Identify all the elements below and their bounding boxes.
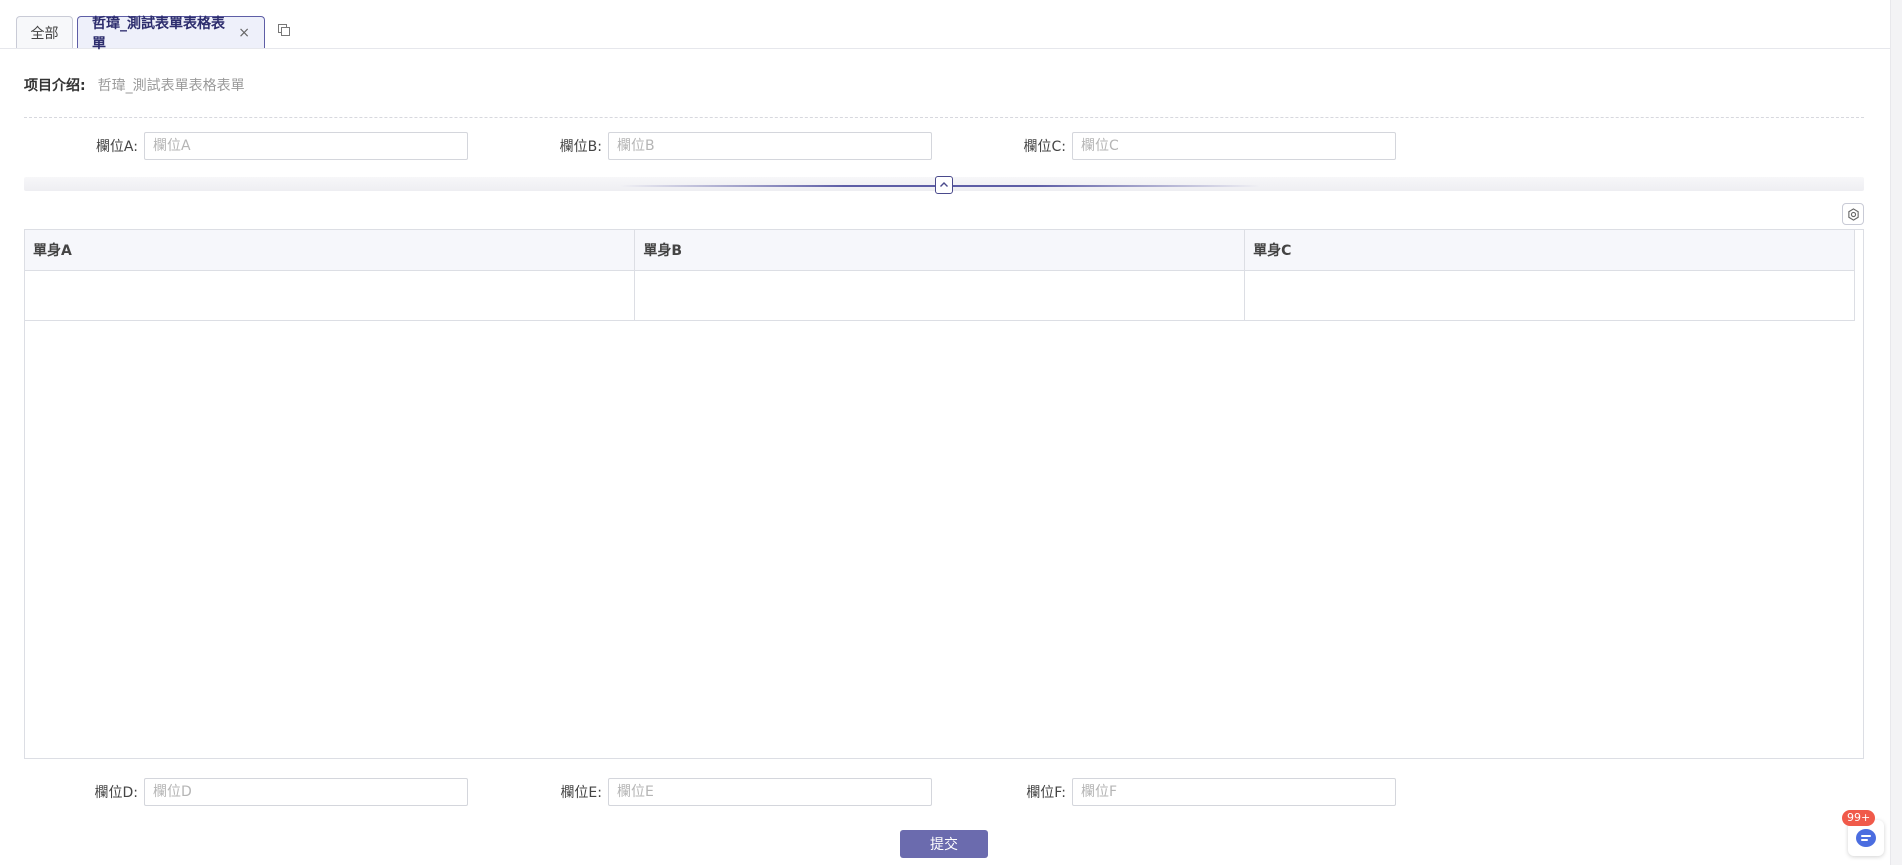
window-scrollbar[interactable] <box>1890 0 1902 865</box>
submit-button[interactable]: 提交 <box>900 830 988 858</box>
intro-label: 项目介绍: <box>24 78 86 94</box>
column-header-a[interactable]: 單身A <box>25 230 636 271</box>
gear-icon <box>1847 207 1859 221</box>
field-c-label: 欄位C: <box>1023 139 1067 155</box>
divider <box>24 117 1864 118</box>
close-icon[interactable]: × <box>238 25 250 41</box>
field-e-input[interactable] <box>608 778 932 806</box>
field-a: 欄位A: <box>24 132 468 160</box>
field-b-label: 欄位B: <box>559 139 602 155</box>
field-e-label: 欄位E: <box>560 785 602 801</box>
project-intro: 项目介绍: 哲瑋_測試表單表格表單 <box>24 75 245 95</box>
field-d-input[interactable] <box>144 778 468 806</box>
table-cell[interactable] <box>1244 270 1855 321</box>
collapse-up-icon[interactable] <box>935 176 953 194</box>
tab-all[interactable]: 全部 <box>16 16 73 48</box>
field-c: 欄位C: <box>952 132 1396 160</box>
table-settings-button[interactable] <box>1842 203 1864 225</box>
field-a-label: 欄位A: <box>95 139 138 155</box>
field-e: 欄位E: <box>488 778 932 806</box>
table-cell[interactable] <box>25 270 636 321</box>
tab-bar: 全部 哲瑋_測試表單表格表單 × <box>0 0 1890 52</box>
column-header-c[interactable]: 單身C <box>1244 230 1855 271</box>
field-c-input[interactable] <box>1072 132 1396 160</box>
table-header-row: 單身A 單身B 單身C <box>25 230 1855 271</box>
tab-all-label: 全部 <box>30 25 59 42</box>
field-f-label: 欄位F: <box>1026 785 1066 801</box>
table-cell[interactable] <box>634 270 1246 321</box>
field-b: 欄位B: <box>488 132 932 160</box>
detail-table: 單身A 單身B 單身C <box>24 229 1864 759</box>
copy-tabs-icon[interactable] <box>276 22 292 38</box>
table-row <box>25 270 1855 321</box>
field-f-input[interactable] <box>1072 778 1396 806</box>
field-d-label: 欄位D: <box>94 785 139 801</box>
field-b-input[interactable] <box>608 132 932 160</box>
field-f: 欄位F: <box>952 778 1396 806</box>
field-d: 欄位D: <box>24 778 468 806</box>
notification-badge: 99+ <box>1842 810 1876 826</box>
intro-value: 哲瑋_測試表單表格表單 <box>97 78 245 94</box>
tab-active-label: 哲瑋_測試表單表格表單 <box>92 15 225 52</box>
field-a-input[interactable] <box>144 132 468 160</box>
chat-icon <box>1856 829 1876 847</box>
tab-active-form[interactable]: 哲瑋_測試表單表格表單 × <box>77 16 265 52</box>
column-header-b[interactable]: 單身B <box>634 230 1246 271</box>
